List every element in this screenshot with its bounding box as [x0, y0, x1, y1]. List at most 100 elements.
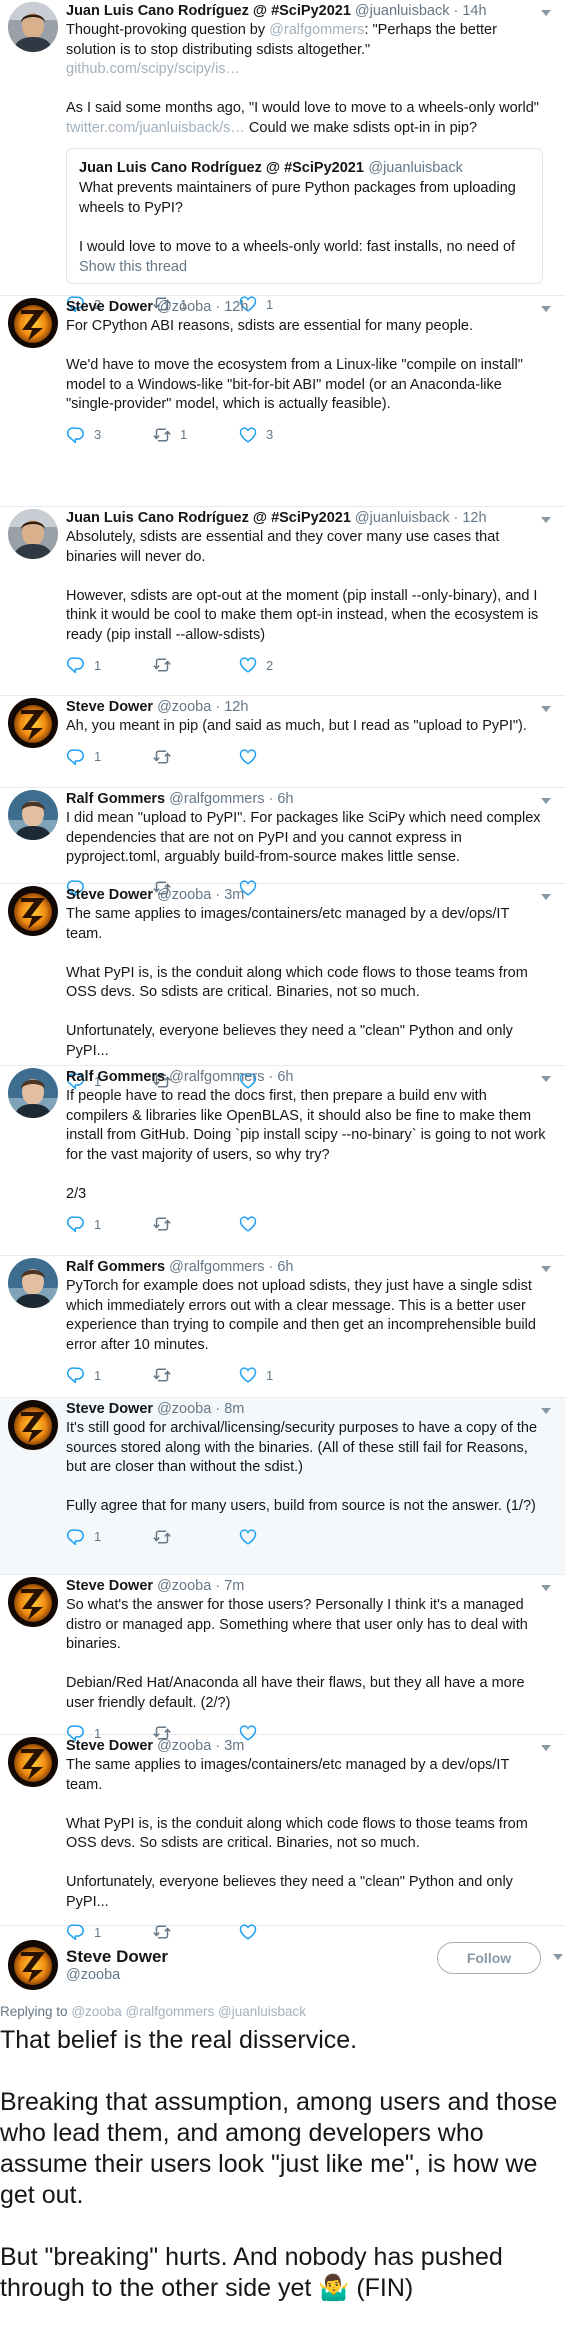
- caret-down-icon[interactable]: [541, 1408, 551, 1414]
- url-link[interactable]: twitter.com/juanluisback/s…: [66, 120, 245, 136]
- caret-down-icon[interactable]: [541, 1585, 551, 1591]
- tweet[interactable]: Ralf Gommers @ralfgommers · 6h I did mean…: [0, 788, 565, 896]
- retweet-button[interactable]: [152, 1365, 238, 1385]
- timestamp[interactable]: 6h: [277, 791, 293, 807]
- author-name[interactable]: Ralf Gommers: [66, 1259, 165, 1275]
- retweet-button[interactable]: [152, 1214, 238, 1234]
- tweet[interactable]: Ralf Gommers @ralfgommers · 6h If people …: [0, 1066, 565, 1256]
- tweet[interactable]: Steve Dower @zooba · 7m So what's the ans…: [0, 1575, 565, 1742]
- caret-down-icon[interactable]: [541, 517, 551, 523]
- tweet[interactable]: Steve Dower @zooba · 12h Ah, you meant in…: [0, 696, 565, 788]
- caret-down-icon[interactable]: [541, 1076, 551, 1082]
- author-handle[interactable]: @zooba: [157, 1738, 211, 1754]
- author-name[interactable]: Juan Luis Cano Rodríguez @ #SciPy2021: [66, 510, 351, 526]
- focused-author-name[interactable]: Steve Dower: [66, 1946, 168, 1967]
- avatar[interactable]: [8, 886, 58, 936]
- reply-button[interactable]: 1: [66, 1214, 152, 1234]
- caret-down-icon[interactable]: [541, 1745, 551, 1751]
- author-handle[interactable]: @juanluisback: [355, 3, 450, 19]
- caret-down-icon[interactable]: [541, 894, 551, 900]
- tweet[interactable]: Juan Luis Cano Rodríguez @ #SciPy2021 @j…: [0, 0, 565, 313]
- reply-button[interactable]: 1: [66, 1527, 152, 1547]
- reply-button[interactable]: 3: [66, 425, 152, 445]
- author-name[interactable]: Steve Dower: [66, 1401, 153, 1417]
- caret-down-icon[interactable]: [541, 798, 551, 804]
- like-button-count: 2: [266, 657, 274, 673]
- avatar[interactable]: [8, 1400, 58, 1450]
- like-button[interactable]: [238, 1214, 324, 1234]
- replying-mentions[interactable]: @zooba @ralfgommers @juanluisback: [71, 2004, 306, 2019]
- author-handle[interactable]: @ralfgommers: [169, 1259, 264, 1275]
- timestamp[interactable]: 12h: [224, 699, 248, 715]
- like-button[interactable]: 2: [238, 655, 324, 675]
- timestamp[interactable]: 3m: [224, 887, 244, 903]
- avatar[interactable]: [8, 1940, 58, 1990]
- caret-down-icon[interactable]: [541, 1266, 551, 1272]
- caret-down-icon[interactable]: [541, 706, 551, 712]
- author-name[interactable]: Ralf Gommers: [66, 791, 165, 807]
- caret-down-icon[interactable]: [553, 1954, 563, 1960]
- like-button[interactable]: 1: [238, 1365, 324, 1385]
- timestamp[interactable]: 14h: [462, 3, 486, 19]
- author-handle[interactable]: @zooba: [157, 887, 211, 903]
- caret-down-icon[interactable]: [541, 306, 551, 312]
- avatar[interactable]: [8, 1737, 58, 1787]
- reply-icon: [66, 657, 84, 674]
- avatar[interactable]: [8, 1258, 58, 1308]
- author-handle[interactable]: @zooba: [157, 699, 211, 715]
- author-name[interactable]: Ralf Gommers: [66, 1069, 165, 1085]
- retweet-button[interactable]: [152, 655, 238, 675]
- like-button[interactable]: [238, 1527, 324, 1547]
- avatar[interactable]: [8, 298, 58, 348]
- timestamp[interactable]: 6h: [277, 1069, 293, 1085]
- author-name[interactable]: Steve Dower: [66, 1578, 153, 1594]
- tweet[interactable]: Juan Luis Cano Rodríguez @ #SciPy2021 @j…: [0, 507, 565, 696]
- tweet[interactable]: Ralf Gommers @ralfgommers · 6h PyTorch fo…: [0, 1256, 565, 1398]
- author-name[interactable]: Steve Dower: [66, 699, 153, 715]
- timestamp[interactable]: 12h: [462, 510, 486, 526]
- reply-button[interactable]: 1: [66, 747, 152, 767]
- author-handle[interactable]: @juanluisback: [355, 510, 450, 526]
- author-handle[interactable]: @ralfgommers: [169, 791, 264, 807]
- tweet-text: I did mean "upload to PyPI". For package…: [66, 809, 555, 868]
- retweet-button[interactable]: 1: [152, 425, 238, 445]
- timestamp[interactable]: 8m: [224, 1401, 244, 1417]
- show-thread-link[interactable]: Show this thread: [79, 259, 530, 275]
- avatar[interactable]: [8, 1068, 58, 1118]
- reply-button[interactable]: 1: [66, 1365, 152, 1385]
- timestamp[interactable]: 6h: [277, 1259, 293, 1275]
- avatar[interactable]: [8, 509, 58, 559]
- follow-button[interactable]: Follow: [437, 1942, 541, 1974]
- retweet-button[interactable]: [152, 1527, 238, 1547]
- separator-dot: ·: [264, 1069, 278, 1085]
- avatar[interactable]: [8, 698, 58, 748]
- tweet[interactable]: Steve Dower @zooba · 12h For CPython ABI …: [0, 296, 565, 507]
- author-handle[interactable]: @ralfgommers: [169, 1069, 264, 1085]
- focused-author-handle[interactable]: @zooba: [66, 1967, 168, 1983]
- mention-link[interactable]: @ralfgommers: [269, 22, 364, 38]
- avatar[interactable]: [8, 2, 58, 52]
- retweet-button[interactable]: [152, 747, 238, 767]
- author-name[interactable]: Juan Luis Cano Rodríguez @ #SciPy2021: [66, 3, 351, 19]
- author-name[interactable]: Steve Dower: [66, 1738, 153, 1754]
- tweet[interactable]: Steve Dower @zooba · 8m It's still good f…: [0, 1398, 565, 1575]
- tweet[interactable]: Steve Dower @zooba · 3m The same applies …: [0, 884, 565, 1090]
- like-button[interactable]: 3: [238, 425, 324, 445]
- avatar[interactable]: [8, 1577, 58, 1627]
- author-handle[interactable]: @zooba: [157, 1401, 211, 1417]
- avatar[interactable]: [8, 790, 58, 840]
- quoted-tweet[interactable]: Juan Luis Cano Rodríguez @ #SciPy2021 @j…: [66, 148, 543, 284]
- focused-author[interactable]: Steve Dower @zooba: [66, 1946, 168, 1983]
- timestamp[interactable]: 7m: [224, 1578, 244, 1594]
- like-button[interactable]: [238, 747, 324, 767]
- timestamp[interactable]: 3m: [224, 1738, 244, 1754]
- author-handle[interactable]: @zooba: [157, 299, 211, 315]
- reply-button[interactable]: 1: [66, 655, 152, 675]
- timestamp[interactable]: 12h: [224, 299, 248, 315]
- author-name[interactable]: Steve Dower: [66, 299, 153, 315]
- author-handle[interactable]: @zooba: [157, 1578, 211, 1594]
- author-name[interactable]: Steve Dower: [66, 887, 153, 903]
- caret-down-icon[interactable]: [541, 10, 551, 16]
- tweet[interactable]: Steve Dower @zooba · 3m The same applies …: [0, 1735, 565, 1941]
- url-link[interactable]: github.com/scipy/scipy/is…: [66, 61, 240, 77]
